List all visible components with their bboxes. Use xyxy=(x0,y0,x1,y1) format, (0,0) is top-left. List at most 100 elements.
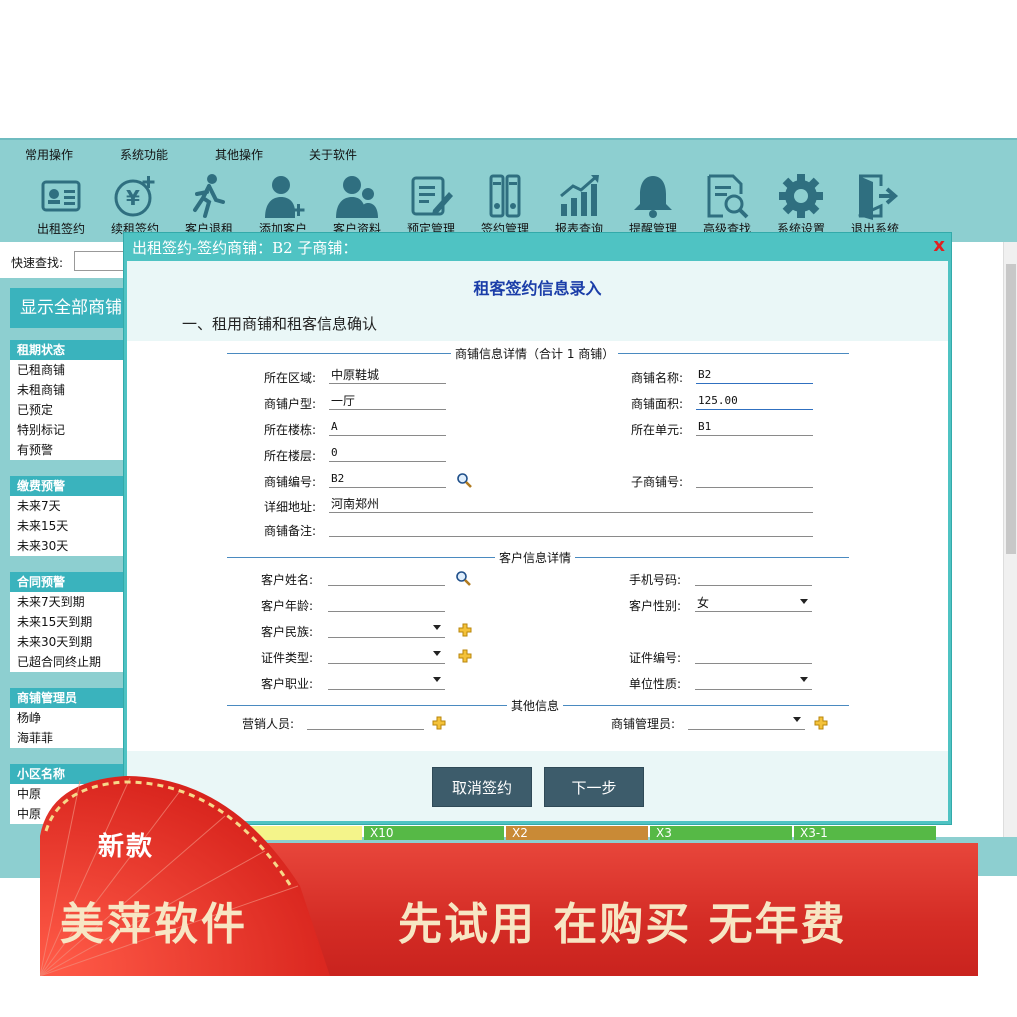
toolbar-add-customer[interactable]: 添加客户 xyxy=(248,170,318,240)
sidebar-item[interactable]: 未来7天到期 xyxy=(10,592,123,612)
sidebar-item[interactable]: 未来7天 xyxy=(10,496,123,516)
add-sales-icon[interactable] xyxy=(432,716,446,730)
sales-field[interactable] xyxy=(307,714,424,730)
menu-about[interactable]: 关于软件 xyxy=(309,146,357,163)
customer-name-field[interactable] xyxy=(328,570,445,586)
toolbar-exit[interactable]: 退出系统 xyxy=(840,170,910,240)
close-icon[interactable]: x xyxy=(933,235,945,256)
gear-icon xyxy=(779,174,823,218)
sidebar-group-title: 租期状态 xyxy=(10,340,123,360)
toolbar-label: 出租签约 xyxy=(36,222,85,236)
menu-other[interactable]: 其他操作 xyxy=(215,146,263,163)
banner-slogan: 先试用 在购买 无年费 xyxy=(398,899,847,950)
other-info-legend: 其他信息 xyxy=(507,697,564,714)
shop-code-label: 商铺编号: xyxy=(264,475,317,489)
sidebar-item[interactable]: 未租商铺 xyxy=(10,380,123,400)
show-all-shops-button[interactable]: 显示全部商铺 xyxy=(10,288,126,328)
exit-icon xyxy=(858,174,899,220)
sidebar-item[interactable]: 有预警 xyxy=(10,440,123,460)
shop-name-field[interactable]: B2 xyxy=(696,368,813,384)
toolbar-advanced-search[interactable]: 高级查找 xyxy=(692,170,762,240)
vertical-scrollbar[interactable] xyxy=(1003,242,1017,837)
sub-shop-field[interactable] xyxy=(696,472,813,488)
add-user-icon xyxy=(265,176,305,218)
form-heading: 租客签约信息录入 xyxy=(473,279,602,298)
sidebar-group-contract-warning: 合同预警 未来7天到期 未来15天到期 未来30天到期 已超合同终止期 xyxy=(10,572,123,672)
sidebar-item[interactable]: 特别标记 xyxy=(10,420,123,440)
phone-field[interactable] xyxy=(695,570,812,586)
id-type-select[interactable] xyxy=(328,648,445,664)
section-title: 一、租用商铺和租客信息确认 xyxy=(182,315,378,333)
add-ethnic-icon[interactable] xyxy=(458,623,472,637)
id-number-field[interactable] xyxy=(695,648,812,664)
contract-icon xyxy=(41,180,81,212)
sidebar-item[interactable]: 未来30天到期 xyxy=(10,632,123,652)
sidebar-item[interactable]: 已预定 xyxy=(10,400,123,420)
shop-remark-field[interactable] xyxy=(329,521,813,537)
phone-label: 手机号码: xyxy=(629,573,682,587)
shop-code-field[interactable]: B2 xyxy=(329,472,446,488)
shop-name-label: 商铺名称: xyxy=(631,371,684,385)
sidebar-group-title: 合同预警 xyxy=(10,572,123,592)
toolbar-report-query[interactable]: 报表查询 xyxy=(544,170,614,240)
id-type-label: 证件类型: xyxy=(261,651,314,665)
sidebar-item[interactable]: 未来15天到期 xyxy=(10,612,123,632)
shop-area-label: 商铺面积: xyxy=(631,397,684,411)
customer-age-field[interactable] xyxy=(328,596,445,612)
unit-field[interactable]: B1 xyxy=(696,420,813,436)
customer-name-label: 客户姓名: xyxy=(261,573,314,587)
search-customer-icon[interactable] xyxy=(455,570,471,586)
add-manager-icon[interactable] xyxy=(814,716,828,730)
promo-banner: 新款 美萍软件 先试用 在购买 无年费 xyxy=(40,776,978,976)
sub-shop-label: 子商铺号: xyxy=(631,475,684,489)
sidebar-item[interactable]: 海菲菲 xyxy=(10,728,123,748)
chart-icon xyxy=(560,174,599,216)
gender-value: 女 xyxy=(697,596,710,610)
menu-system[interactable]: 系统功能 xyxy=(120,146,168,163)
sidebar-group-title: 缴费预警 xyxy=(10,476,123,496)
shop-area-field[interactable]: 125.00 xyxy=(696,394,813,410)
ethnic-label: 客户民族: xyxy=(261,625,314,639)
sidebar-item[interactable]: 杨峥 xyxy=(10,708,123,728)
toolbar-contract-management[interactable]: 签约管理 xyxy=(470,170,540,240)
sidebar-item[interactable]: 已超合同终止期 xyxy=(10,652,123,672)
unit-label: 所在单元: xyxy=(631,423,684,437)
quick-search-input[interactable] xyxy=(74,251,124,271)
binders-icon xyxy=(489,174,521,218)
job-select[interactable] xyxy=(328,674,445,690)
toolbar-system-settings[interactable]: 系统设置 xyxy=(766,170,836,240)
floor-field[interactable]: 0 xyxy=(329,446,446,462)
shop-info-divider: 商铺信息详情（合计 1 商铺） xyxy=(227,345,849,362)
svg-text:¥: ¥ xyxy=(126,186,140,210)
toolbar-customer-info[interactable]: 客户资料 xyxy=(322,170,392,240)
id-number-label: 证件编号: xyxy=(629,651,682,665)
sidebar-item[interactable]: 未来15天 xyxy=(10,516,123,536)
ethnic-select[interactable] xyxy=(328,622,445,638)
toolbar-rent-contract[interactable]: 出租签约 xyxy=(26,170,96,240)
toolbar-reminder[interactable]: 提醒管理 xyxy=(618,170,688,240)
banner-brand: 美萍软件 xyxy=(60,899,248,950)
shop-manager-select[interactable] xyxy=(688,714,805,730)
walking-person-icon xyxy=(193,174,225,218)
add-id-type-icon[interactable] xyxy=(458,649,472,663)
sidebar-item[interactable]: 已租商铺 xyxy=(10,360,123,380)
sidebar-group-title: 商铺管理员 xyxy=(10,688,123,708)
scrollbar-thumb[interactable] xyxy=(1006,264,1016,554)
toolbar-customer-checkout[interactable]: 客户退租 xyxy=(174,170,244,240)
toolbar-renew-contract[interactable]: ¥ 续租签约 xyxy=(100,170,170,240)
customer-age-label: 客户年龄: xyxy=(261,599,314,613)
customer-info-divider: 客户信息详情 xyxy=(227,549,849,566)
region-field[interactable]: 中原鞋城 xyxy=(329,368,446,384)
search-shop-icon[interactable] xyxy=(456,472,472,488)
sidebar-group-lease-status: 租期状态 已租商铺 未租商铺 已预定 特别标记 有预警 xyxy=(10,340,123,460)
other-info-divider: 其他信息 xyxy=(227,697,849,714)
shop-type-field[interactable]: 一厅 xyxy=(329,394,446,410)
menu-common-ops[interactable]: 常用操作 xyxy=(25,146,73,163)
shop-remark-label: 商铺备注: xyxy=(264,524,317,538)
gender-select[interactable]: 女 xyxy=(695,596,812,612)
address-field[interactable]: 河南郑州 xyxy=(329,497,813,513)
sidebar-item[interactable]: 未来30天 xyxy=(10,536,123,556)
toolbar-reservation[interactable]: 预定管理 xyxy=(396,170,466,240)
org-type-select[interactable] xyxy=(695,674,812,690)
building-field[interactable]: A xyxy=(329,420,446,436)
